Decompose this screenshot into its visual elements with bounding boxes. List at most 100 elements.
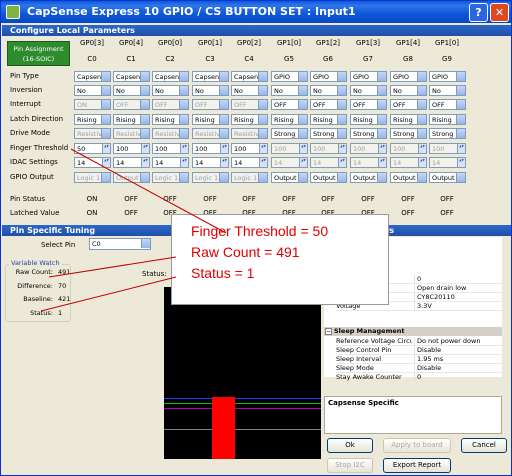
pin-type-cell-2[interactable]: Capsen <box>152 71 189 82</box>
idac-settings-cell-9[interactable]: 14 <box>429 157 466 168</box>
pin-type-cell-1[interactable]: Capsen <box>113 71 150 82</box>
drive-mode-cell-6[interactable]: Strong D <box>310 128 347 139</box>
sleep-row-4[interactable]: Stay Awake Counter 0 <box>336 373 502 382</box>
finger-threshold-cell-0[interactable]: 50 <box>74 143 111 154</box>
collapse-icon[interactable]: − <box>325 328 332 335</box>
latch-direction-cell-7[interactable]: Rising <box>350 114 387 125</box>
gpio-output-cell-7[interactable]: Output I <box>350 172 387 183</box>
finger-threshold-cell-1[interactable]: 100 <box>113 143 150 154</box>
apply-to-board-button[interactable]: Apply to board <box>383 438 451 453</box>
inversion-cell-9[interactable]: No <box>429 85 466 96</box>
finger-threshold-cell-8[interactable]: 100 <box>390 143 427 154</box>
idac-settings-cell-8[interactable]: 14 <box>390 157 427 168</box>
gpio-output-cell-4[interactable]: Logic 1 <box>231 172 268 183</box>
drive-mode-cell-2[interactable]: Resistiv <box>152 128 189 139</box>
idac-settings-cell-4[interactable]: 14 <box>231 157 268 168</box>
app-icon <box>6 5 20 19</box>
select-pin-dropdown[interactable]: C0 <box>89 238 151 250</box>
latch-direction-cell-5[interactable]: Rising <box>271 114 308 125</box>
inversion-cell-3[interactable]: No <box>192 85 229 96</box>
export-report-button[interactable]: Export Report <box>383 458 451 473</box>
idac-settings-cell-0[interactable]: 14 <box>74 157 111 168</box>
pin-type-cell-9[interactable]: GPIO <box>429 71 466 82</box>
sleep-row-2[interactable]: Sleep Interval 1.95 ms <box>336 355 502 364</box>
finger-threshold-cell-9[interactable]: 100 <box>429 143 466 154</box>
pin-type-cell-5[interactable]: GPIO <box>271 71 308 82</box>
latch-direction-cell-2[interactable]: Rising <box>152 114 189 125</box>
finger-threshold-cell-2[interactable]: 100 <box>152 143 189 154</box>
pin-assignment-button[interactable]: Pin Assignment (16-SOIC) <box>7 41 70 66</box>
inversion-cell-4[interactable]: No <box>231 85 268 96</box>
finger-threshold-cell-7[interactable]: 100 <box>350 143 387 154</box>
inversion-cell-7[interactable]: No <box>350 85 387 96</box>
gpio-output-cell-8[interactable]: Output I <box>390 172 427 183</box>
cancel-button[interactable]: Cancel <box>461 438 507 453</box>
close-button[interactable]: ✕ <box>490 3 509 22</box>
pin-type-cell-6[interactable]: GPIO <box>310 71 347 82</box>
idac-settings-cell-3[interactable]: 14 <box>192 157 229 168</box>
gpio-output-cell-1[interactable]: Output I <box>113 172 150 183</box>
interrupt-cell-1[interactable]: OFF <box>113 99 150 110</box>
idac-settings-cell-7[interactable]: 14 <box>350 157 387 168</box>
interrupt-cell-5[interactable]: OFF <box>271 99 308 110</box>
gpio-output-cell-5[interactable]: Output I <box>271 172 308 183</box>
inversion-cell-8[interactable]: No <box>390 85 427 96</box>
pin-type-cell-4[interactable]: Capsen <box>231 71 268 82</box>
latch-direction-cell-3[interactable]: Rising <box>192 114 229 125</box>
help-button[interactable]: ? <box>469 3 488 22</box>
interrupt-cell-9[interactable]: OFF <box>429 99 466 110</box>
inversion-cell-0[interactable]: No <box>74 85 111 96</box>
sleep-row-3[interactable]: Sleep Mode Disable <box>336 364 502 373</box>
gpio-output-cell-3[interactable]: Logic 1 <box>192 172 229 183</box>
sleep-management-group[interactable]: − Sleep Management <box>324 327 502 336</box>
inversion-cell-6[interactable]: No <box>310 85 347 96</box>
drive-mode-cell-1[interactable]: Resistiv <box>113 128 150 139</box>
finger-threshold-cell-6[interactable]: 100 <box>310 143 347 154</box>
gpio-output-cell-0[interactable]: Logic 1 <box>74 172 111 183</box>
ok-button[interactable]: Ok <box>327 438 373 453</box>
inversion-cell-5[interactable]: No <box>271 85 308 96</box>
drive-mode-cell-3[interactable]: Resistiv <box>192 128 229 139</box>
latch-direction-cell-0[interactable]: Rising <box>74 114 111 125</box>
drive-mode-cell-8[interactable]: Strong D <box>390 128 427 139</box>
pin-type-cell-8[interactable]: GPIO <box>390 71 427 82</box>
pin-type-cell-3[interactable]: Capsen <box>192 71 229 82</box>
inversion-cell-1[interactable]: No <box>113 85 150 96</box>
drive-mode-cell-5[interactable]: Strong D <box>271 128 308 139</box>
latch-direction-cell-6[interactable]: Rising <box>310 114 347 125</box>
interrupt-cell-4[interactable]: OFF <box>231 99 268 110</box>
idac-settings-cell-2[interactable]: 14 <box>152 157 189 168</box>
pin-type-cell-7[interactable]: GPIO <box>350 71 387 82</box>
gpio-output-cell-6[interactable]: Output I <box>310 172 347 183</box>
gpio-output-cell-9[interactable]: Output L <box>429 172 466 183</box>
interrupt-cell-6[interactable]: OFF <box>310 99 347 110</box>
stop-i2c-button[interactable]: Stop I2C <box>327 458 373 473</box>
interrupt-cell-0[interactable]: ON <box>74 99 111 110</box>
latch-direction-cell-8[interactable]: Rising <box>390 114 427 125</box>
interrupt-cell-3[interactable]: OFF <box>192 99 229 110</box>
idac-settings-cell-6[interactable]: 14 <box>310 157 347 168</box>
sleep-row-0[interactable]: Reference Voltage Circu Do not power down <box>336 337 502 346</box>
drive-mode-cell-7[interactable]: Strong D <box>350 128 387 139</box>
interrupt-cell-2[interactable]: OFF <box>152 99 189 110</box>
finger-threshold-cell-5[interactable]: 100 <box>271 143 308 154</box>
column-gpio-9: GP1[0] <box>434 39 459 47</box>
idac-settings-cell-1[interactable]: 14 <box>113 157 150 168</box>
latch-direction-cell-9[interactable]: Rising <box>429 114 466 125</box>
pin-type-cell-0[interactable]: Capsen <box>74 71 111 82</box>
latch-direction-cell-4[interactable]: Rising <box>231 114 268 125</box>
watch-key-3: Status: <box>30 308 53 317</box>
gpio-output-cell-2[interactable]: Logic 1 <box>152 172 189 183</box>
interrupt-cell-7[interactable]: OFF <box>350 99 387 110</box>
sleep-row-1[interactable]: Sleep Control Pin Disable <box>336 346 502 355</box>
drive-mode-cell-9[interactable]: Strong D <box>429 128 466 139</box>
drive-mode-cell-4[interactable]: Resistiv <box>231 128 268 139</box>
column-pin-5: G5 <box>284 55 294 63</box>
drive-mode-cell-0[interactable]: Resistiv <box>74 128 111 139</box>
finger-threshold-cell-4[interactable]: 100 <box>231 143 268 154</box>
inversion-cell-2[interactable]: No <box>152 85 189 96</box>
finger-threshold-cell-3[interactable]: 100 <box>192 143 229 154</box>
idac-settings-cell-5[interactable]: 14 <box>271 157 308 168</box>
interrupt-cell-8[interactable]: OFF <box>390 99 427 110</box>
latch-direction-cell-1[interactable]: Rising <box>113 114 150 125</box>
